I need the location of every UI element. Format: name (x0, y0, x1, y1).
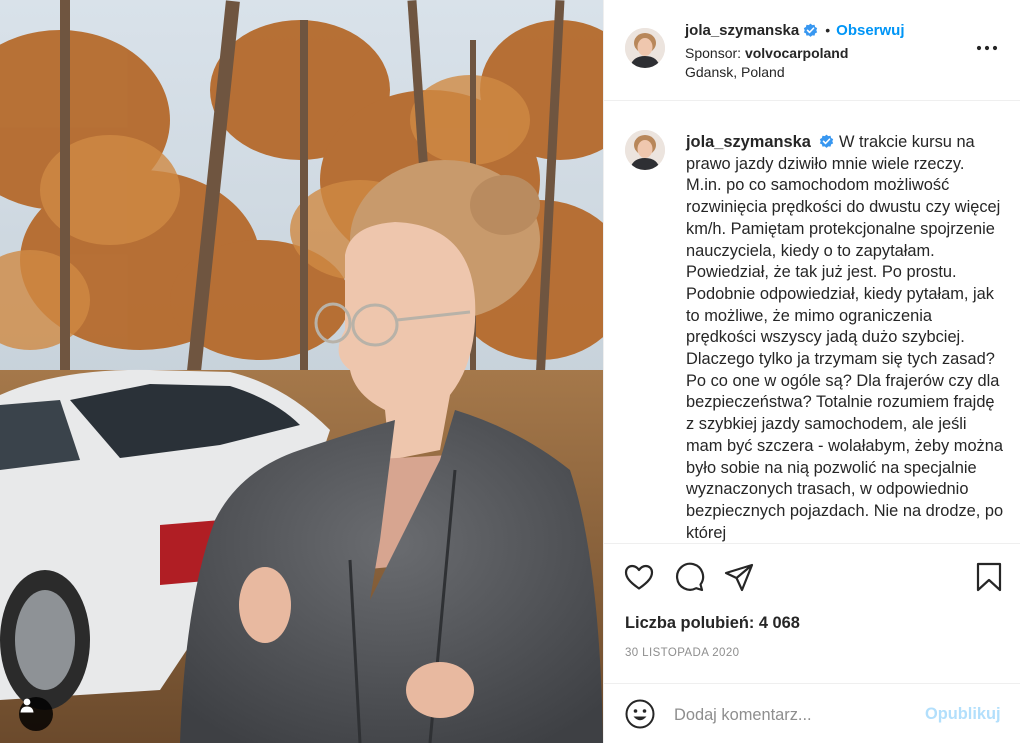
post-header: jola_szymanska • Obserwuj Sponsor: volvo… (604, 0, 1020, 101)
location-link[interactable]: Gdansk, Poland (685, 63, 985, 81)
heart-icon[interactable] (623, 561, 655, 593)
caption-area: jola_szymanska W trakcie kursu na prawo … (604, 101, 1020, 543)
publish-button[interactable]: Opublikuj (925, 705, 1001, 724)
avatar-image (625, 130, 665, 170)
comment-icon[interactable] (673, 561, 705, 593)
sponsor-label: Sponsor: (685, 45, 742, 61)
post-actions: Liczba polubień: 4 068 30 LISTOPADA 2020… (604, 543, 1020, 743)
sponsor-line: Sponsor: volvocarpoland (685, 44, 985, 62)
post-date: 30 LISTOPADA 2020 (625, 647, 740, 659)
post-photo[interactable] (0, 0, 603, 743)
follow-button[interactable]: Obserwuj (836, 22, 904, 39)
username-link[interactable]: jola_szymanska (685, 22, 799, 39)
caption-avatar[interactable] (625, 130, 665, 170)
verified-badge-icon (820, 134, 834, 148)
bookmark-icon[interactable] (973, 561, 1005, 593)
verified-badge-icon (804, 23, 818, 37)
sponsor-link[interactable]: volvocarpoland (745, 45, 848, 61)
user-tag-button[interactable] (19, 697, 53, 731)
avatar-image (625, 28, 665, 68)
post-image (0, 0, 603, 743)
comment-bar: Opublikuj (604, 683, 1020, 743)
caption-text: W trakcie kursu na prawo jazdy dziwiło m… (686, 133, 1004, 542)
avatar[interactable] (625, 28, 665, 68)
caption-username[interactable]: jola_szymanska (686, 133, 811, 151)
comment-input[interactable] (674, 702, 909, 728)
like-count[interactable]: Liczba polubień: 4 068 (625, 614, 800, 633)
separator-dot: • (825, 22, 831, 38)
smiley-icon[interactable] (624, 698, 656, 730)
paper-plane-icon[interactable] (723, 561, 755, 593)
user-tag-icon (20, 698, 34, 713)
more-options-icon[interactable] (975, 38, 999, 58)
caption: jola_szymanska W trakcie kursu na prawo … (686, 132, 1004, 543)
post-sidebar: jola_szymanska • Obserwuj Sponsor: volvo… (603, 0, 1020, 743)
